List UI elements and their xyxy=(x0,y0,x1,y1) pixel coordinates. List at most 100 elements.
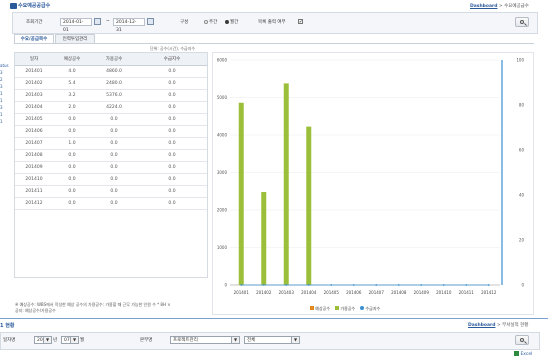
cell-expected: 0.0 xyxy=(53,197,91,210)
table-row[interactable]: 201408 0.0 0.0 0.0 xyxy=(15,149,207,162)
year-select[interactable]: 2014▼ xyxy=(34,336,52,344)
cell-available: 4860.0 xyxy=(91,65,137,78)
y-tick-label: 2000 xyxy=(217,208,228,213)
dept-select[interactable]: 프로젝트관리 ▼ xyxy=(170,336,240,344)
bar-available xyxy=(283,83,289,286)
cell-expected: 1.0 xyxy=(53,137,91,150)
sub-select[interactable]: 전체 ▼ xyxy=(244,336,300,344)
panel1-title-icon xyxy=(10,3,17,9)
cell-available: 5376.0 xyxy=(91,89,137,102)
table-row[interactable]: 201412 0.0 0.0 0.0 xyxy=(15,197,207,210)
radio-monthly[interactable] xyxy=(225,20,229,24)
date-to-input[interactable]: 2014-12-31 xyxy=(113,18,145,33)
y-tick-label: 0 xyxy=(224,283,227,288)
cell-available: 0.0 xyxy=(91,113,137,126)
legend-index: 수급지수 xyxy=(365,306,381,311)
supply-demand-chart: 0 1000 2000 3000 4000 5000 6000 0 20 40 60 80 100 201… xyxy=(217,58,525,296)
search-icon xyxy=(520,338,524,342)
legend-expected: 예상공수 xyxy=(315,306,331,311)
cell-date: 201407 xyxy=(15,137,53,150)
table-row[interactable]: 201407 1.0 0.0 0.0 xyxy=(15,137,207,150)
y-tick-label: 4000 xyxy=(217,133,228,138)
col-available[interactable]: 가용공수 xyxy=(91,53,137,66)
y-right-tick-label: 80 xyxy=(519,103,525,108)
cell-available: 0.0 xyxy=(91,185,137,198)
cell-expected: 0.0 xyxy=(53,173,91,186)
dept-label: 본부명 xyxy=(140,338,153,343)
cell-available: 0.0 xyxy=(91,149,137,162)
col-expected[interactable]: 예상공수 xyxy=(53,53,91,66)
calendar-icon[interactable] xyxy=(147,18,154,25)
cell-index: 0.0 xyxy=(137,149,207,162)
x-tick-label: 201405 xyxy=(324,290,340,295)
y-right-tick-label: 40 xyxy=(519,193,525,198)
list-output-checkbox[interactable]: ✔ xyxy=(298,19,303,24)
breadcrumb-2: Dashboard > 부서실적 현황 xyxy=(468,322,528,328)
panel1-title: 수요예공공급수 xyxy=(18,3,51,9)
tab-supply-demand[interactable]: 수요/공급목수 xyxy=(14,34,54,43)
x-tick-label: 201407 xyxy=(369,290,385,295)
tab-manpower[interactable]: 인력투입관리 xyxy=(55,34,95,43)
panel-divider xyxy=(0,318,548,319)
legend-available: 가용공수 xyxy=(340,306,356,311)
radio-monthly-label: 월간 xyxy=(230,20,239,25)
table-row[interactable]: 201409 0.0 0.0 0.0 xyxy=(15,161,207,174)
cell-expected: 0.0 xyxy=(53,113,91,126)
x-tick-label: 201403 xyxy=(279,290,295,295)
breadcrumb: Dashboard > 수요예공급수 xyxy=(470,3,529,9)
y-tick-label: 5000 xyxy=(217,95,228,100)
y-tick-label: 3000 xyxy=(217,170,228,175)
y-tick-label: 1000 xyxy=(217,245,228,250)
panel2-title: 1 현황 xyxy=(0,323,15,329)
month-suffix: 월 xyxy=(80,338,85,343)
breadcrumb-2-link[interactable]: Dashboard xyxy=(468,323,495,328)
x-tick-label: 201411 xyxy=(459,290,475,295)
cell-expected: 3.2 xyxy=(53,89,91,102)
x-tick-label: 201404 xyxy=(301,290,317,295)
breadcrumb-link[interactable]: Dashboard xyxy=(470,4,497,9)
x-tick-label: 201412 xyxy=(481,290,497,295)
table-row[interactable]: 201403 3.2 5376.0 0.0 xyxy=(15,89,207,102)
cell-available: 0.0 xyxy=(91,125,137,138)
table-row[interactable]: 201402 5.4 2480.0 0.0 xyxy=(15,77,207,90)
x-tick-label: 201401 xyxy=(234,290,250,295)
cell-index: 0.0 xyxy=(137,173,207,186)
cell-date: 201412 xyxy=(15,197,53,210)
col-date[interactable]: 일자 xyxy=(15,53,53,66)
cell-date: 201403 xyxy=(15,89,53,102)
table-row[interactable]: 201406 0.0 0.0 0.0 xyxy=(15,125,207,138)
data-table: 일자 예상공수 가용공수 수급지수 201401 4.0 4860.0 0.0 2014… xyxy=(15,53,207,210)
y-right-tick-label: 20 xyxy=(519,238,525,243)
cell-available: 0.0 xyxy=(91,161,137,174)
left-cut-text: atus 3 2 3 1 1 3 1 1 xyxy=(0,63,9,124)
cell-index: 0.0 xyxy=(137,125,207,138)
table-row[interactable]: 201410 0.0 0.0 0.0 xyxy=(15,173,207,186)
cell-index: 0.0 xyxy=(137,113,207,126)
radio-weekly[interactable] xyxy=(204,20,208,24)
y-right-tick-label: 60 xyxy=(519,148,525,153)
table-header-row: 일자 예상공수 가용공수 수급지수 xyxy=(15,53,207,66)
table-row[interactable]: 201405 0.0 0.0 0.0 xyxy=(15,113,207,126)
table-row[interactable]: 201411 0.0 0.0 0.0 xyxy=(15,185,207,198)
cell-date: 201405 xyxy=(15,113,53,126)
calendar-icon[interactable] xyxy=(94,18,101,25)
date-name-label: 일자명 xyxy=(3,338,16,343)
y-tick-label: 6000 xyxy=(217,58,228,63)
cell-date: 201401 xyxy=(15,65,53,78)
excel-button[interactable]: Excel xyxy=(514,351,532,357)
table-row[interactable]: 201401 4.0 4860.0 0.0 xyxy=(15,65,207,78)
cell-index: 0.0 xyxy=(137,161,207,174)
col-index[interactable]: 수급지수 xyxy=(137,53,207,66)
search-button-2[interactable] xyxy=(515,335,529,345)
search-button[interactable] xyxy=(515,17,529,27)
chevron-down-icon: ▼ xyxy=(231,337,239,343)
cell-expected: 0.0 xyxy=(53,125,91,138)
month-select[interactable]: 07 ▼ xyxy=(61,336,79,344)
date-from-input[interactable]: 2014-01-01 xyxy=(60,18,92,33)
legend-swatch-index xyxy=(360,306,365,310)
cell-date: 201409 xyxy=(15,161,53,174)
table-row[interactable]: 201404 2.0 4224.0 0.0 xyxy=(15,101,207,114)
bar-available xyxy=(261,192,267,285)
search-icon xyxy=(520,20,524,24)
cell-expected: 0.0 xyxy=(53,149,91,162)
